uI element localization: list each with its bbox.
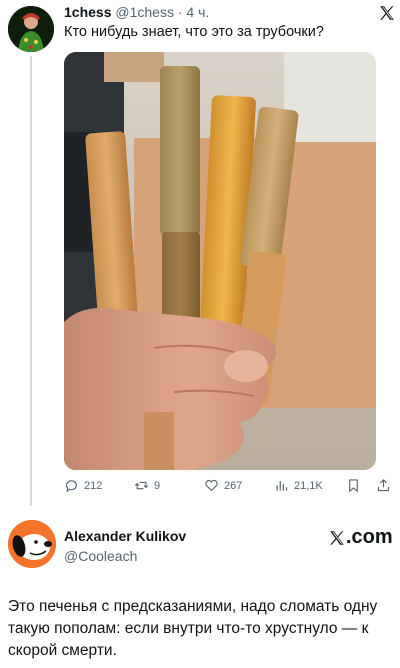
quote-author-name[interactable]: Alexander Kulikov: [64, 528, 186, 544]
retweet-icon: [134, 481, 149, 490]
x-com-logo: .com: [328, 526, 393, 549]
tweet-header: 1chess @1chess · 4 ч.: [64, 4, 209, 20]
avatar[interactable]: [8, 6, 54, 52]
share-button[interactable]: [376, 478, 391, 493]
quote-author-handle[interactable]: @Cooleach: [64, 548, 137, 564]
brand-text: .com: [346, 526, 393, 548]
author-handle[interactable]: @1chess: [115, 4, 174, 20]
like-count: 267: [224, 479, 243, 492]
thread-line: [30, 56, 32, 506]
quote-card: Alexander Kulikov @Cooleach .com Это печ…: [0, 512, 400, 668]
tweet-photo[interactable]: [64, 52, 376, 470]
like-button[interactable]: 267: [204, 478, 242, 493]
bookmark-button[interactable]: [346, 478, 361, 493]
tweet: 1chess @1chess · 4 ч. Кто нибудь знает, …: [0, 0, 400, 510]
author-name[interactable]: 1chess: [64, 4, 111, 20]
retweet-button[interactable]: 9: [134, 478, 160, 493]
bookmark-icon: [349, 479, 358, 493]
avatar[interactable]: [8, 520, 56, 568]
separator: ·: [177, 4, 183, 20]
views-count: 21,1K: [294, 479, 323, 492]
reply-icon: [65, 480, 77, 493]
timestamp[interactable]: 4 ч.: [186, 4, 209, 20]
heart-icon: [205, 479, 218, 492]
x-logo-icon: [380, 6, 394, 20]
reply-count: 212: [84, 479, 103, 492]
views-icon: [276, 481, 288, 491]
share-icon: [377, 479, 390, 492]
x-logo-icon: [330, 530, 344, 545]
retweet-count: 9: [154, 479, 161, 492]
reply-button[interactable]: 212: [64, 478, 102, 493]
views-button[interactable]: 21,1K: [274, 478, 323, 493]
tweet-text: Кто нибудь знает, что это за трубочки?: [64, 24, 324, 40]
tweet-actions: 212 9 267 21,1K: [64, 478, 394, 498]
quote-text: Это печенья с предсказаниями, надо слома…: [8, 598, 378, 659]
